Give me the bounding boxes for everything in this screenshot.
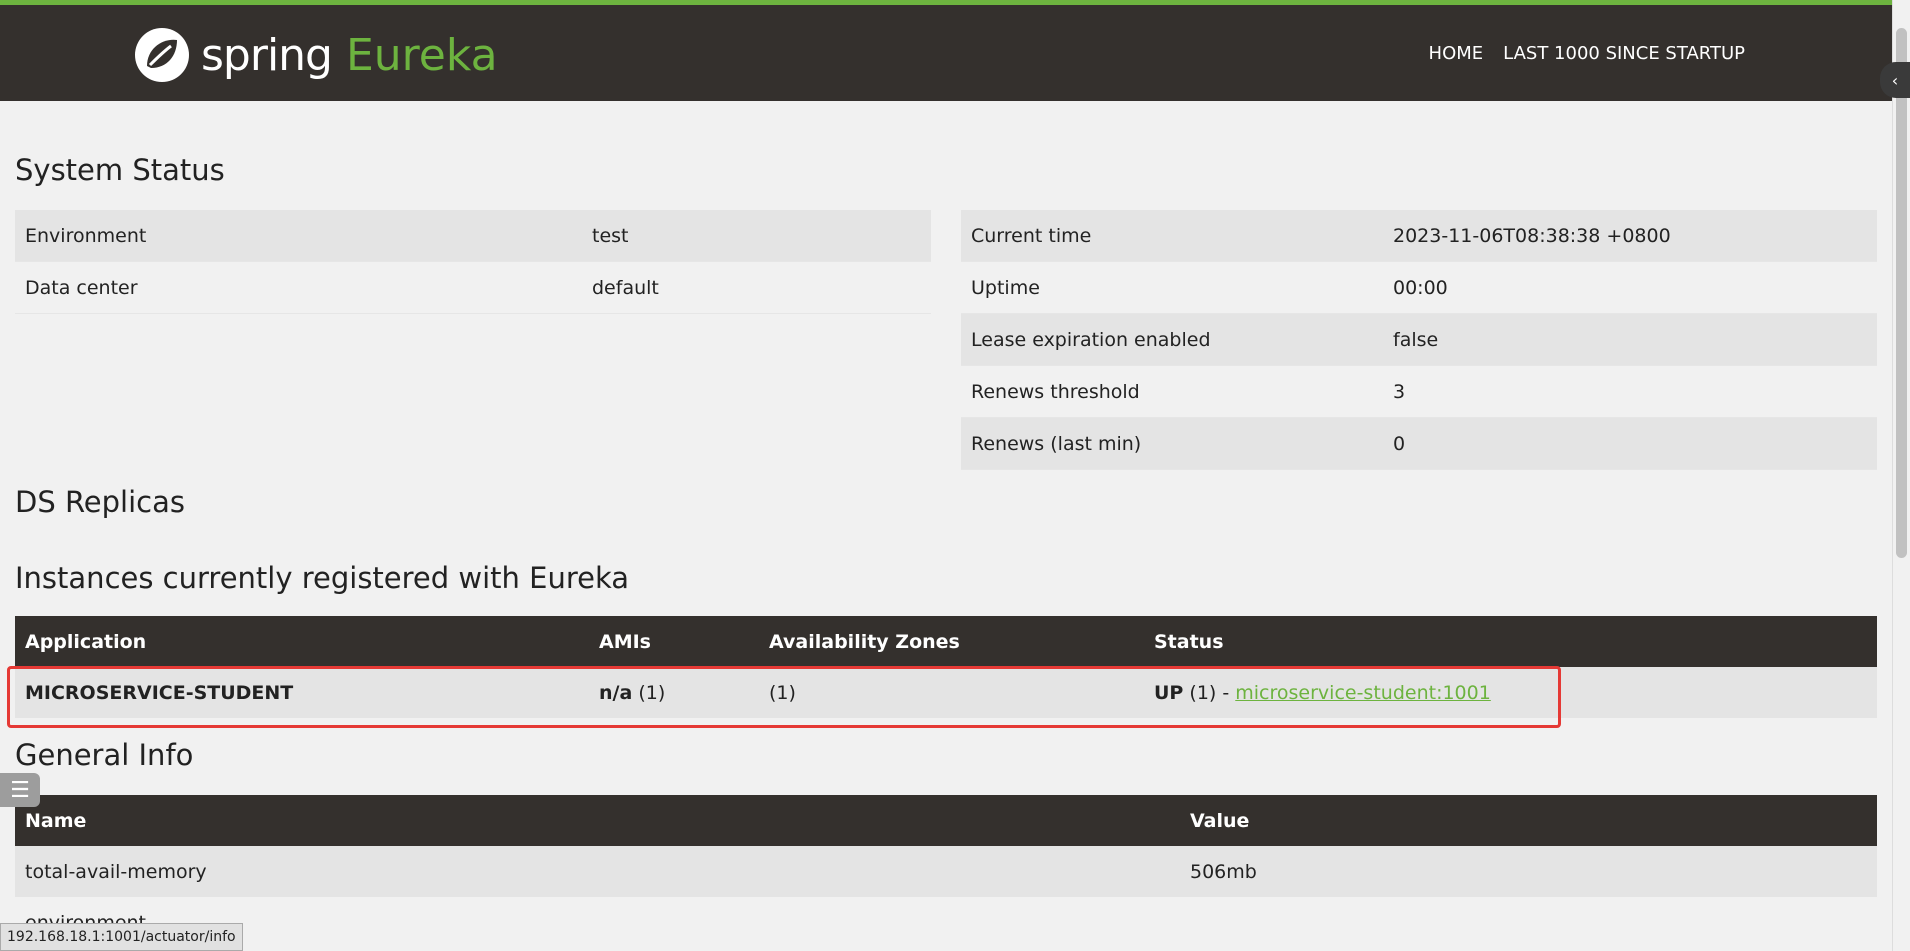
lease-value: false — [1383, 313, 1877, 366]
scrollbar-thumb[interactable] — [1896, 28, 1907, 558]
table-row: environment — [15, 897, 1877, 948]
info-value: 506mb — [1180, 846, 1877, 897]
logo[interactable]: spring Eureka — [133, 25, 498, 85]
col-amis: AMIs — [589, 616, 759, 667]
env-key: Environment — [15, 210, 582, 262]
table-row: Lease expiration enabled false — [961, 313, 1877, 366]
datacenter-value: default — [582, 261, 931, 314]
current-time-value: 2023-11-06T08:38:38 +0800 — [1383, 210, 1877, 262]
col-zones: Availability Zones — [759, 616, 1144, 667]
col-value: Value — [1180, 795, 1877, 846]
system-status-right-table: Current time 2023-11-06T08:38:38 +0800 U… — [961, 210, 1877, 470]
table-header-row: Application AMIs Availability Zones Stat… — [15, 616, 1877, 667]
general-info-title: General Info — [15, 738, 194, 772]
current-time-key: Current time — [961, 210, 1383, 262]
uptime-key: Uptime — [961, 261, 1383, 314]
table-row: Uptime 00:00 — [961, 261, 1877, 314]
highlight-box — [7, 666, 1561, 728]
datacenter-key: Data center — [15, 261, 582, 314]
table-row: Current time 2023-11-06T08:38:38 +0800 — [961, 210, 1877, 262]
info-name: total-avail-memory — [15, 846, 1180, 897]
ds-replicas-title: DS Replicas — [15, 485, 185, 519]
env-value: test — [582, 210, 931, 262]
navbar: spring Eureka HOME LAST 1000 SINCE START… — [0, 5, 1893, 101]
spring-leaf-icon — [135, 28, 189, 82]
nav-links: HOME LAST 1000 SINCE STARTUP — [1429, 43, 1745, 64]
system-status-left-table: Environment test Data center default — [15, 210, 931, 314]
nav-home[interactable]: HOME — [1429, 43, 1484, 64]
renews-threshold-value: 3 — [1383, 365, 1877, 418]
col-name: Name — [15, 795, 1180, 846]
uptime-value: 00:00 — [1383, 261, 1877, 314]
table-row: Renews threshold 3 — [961, 365, 1877, 418]
system-status-title: System Status — [15, 153, 225, 187]
renews-last-value: 0 — [1383, 417, 1877, 470]
instances-title: Instances currently registered with Eure… — [15, 561, 630, 595]
collapse-sidebar-button[interactable]: ‹ — [1880, 62, 1910, 98]
logo-word: spring — [201, 29, 333, 81]
col-application: Application — [15, 616, 589, 667]
renews-threshold-key: Renews threshold — [961, 365, 1383, 418]
logo-product: Eureka — [345, 29, 498, 81]
nav-last-1000[interactable]: LAST 1000 SINCE STARTUP — [1503, 43, 1745, 64]
renews-last-key: Renews (last min) — [961, 417, 1383, 470]
chevron-left-icon: ‹ — [1891, 70, 1899, 90]
lease-key: Lease expiration enabled — [961, 313, 1383, 366]
info-value — [1180, 897, 1877, 948]
table-header-row: Name Value — [15, 795, 1877, 846]
table-row: Renews (last min) 0 — [961, 417, 1877, 470]
general-info-table: Name Value total-avail-memory 506mb envi… — [15, 795, 1877, 948]
status-bar-url: 192.168.18.1:1001/actuator/info — [0, 923, 243, 951]
table-row: total-avail-memory 506mb — [15, 846, 1877, 897]
menu-list-button[interactable]: ☰ — [0, 773, 40, 807]
col-status: Status — [1144, 616, 1877, 667]
vertical-scrollbar[interactable] — [1892, 0, 1910, 951]
table-row: Environment test — [15, 210, 931, 262]
list-icon: ☰ — [10, 777, 30, 803]
table-row: Data center default — [15, 261, 931, 314]
